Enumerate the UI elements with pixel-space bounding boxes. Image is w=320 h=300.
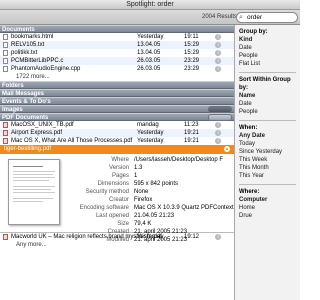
collapse-icon[interactable]: ▴ (224, 146, 230, 152)
document-icon (3, 66, 8, 72)
document-thumbnail (8, 159, 60, 225)
section-mail-messages[interactable]: Mail Messages (0, 89, 234, 97)
list-item[interactable]: Mac OS X, What Are All Those Processes.p… (0, 137, 234, 145)
document-icon (3, 58, 8, 64)
info-icon[interactable]: i (215, 122, 221, 128)
when-this-year[interactable]: This Year (239, 172, 300, 180)
list-item[interactable]: Airport Express.pdf Yesterday 19:21 i (0, 129, 234, 137)
results-list: Documents bookmarks.html Yesterday 19:11… (0, 25, 234, 300)
group-by-people[interactable]: People (239, 52, 300, 60)
sidebar: Group by: Kind Date People Flat List Sor… (234, 25, 300, 300)
pdf-view-control[interactable] (208, 114, 232, 121)
list-item[interactable]: RELV105.txt 13.04.05 15:29 i (0, 41, 234, 49)
info-icon[interactable]: i (215, 34, 221, 40)
metadata-row: Last opened 21.04.05 21:23 (95, 213, 175, 219)
where-section: Where: Computer Home Drue (239, 188, 300, 220)
info-icon[interactable]: i (215, 42, 221, 48)
when-this-month[interactable]: This Month (239, 164, 300, 172)
pdf-file-icon (3, 234, 8, 240)
list-item[interactable]: Macworld UK – Mac religion reflects bran… (0, 233, 234, 241)
group-by-date[interactable]: Date (239, 44, 300, 52)
window-title: Spotlight: order (0, 0, 300, 10)
when-since-yesterday[interactable]: Since Yesterday (239, 148, 300, 156)
document-icon (3, 42, 8, 48)
when-this-week[interactable]: This Week (239, 156, 300, 164)
list-item[interactable]: PCMBitterLibPPC.c 26.03.05 23:29 i (0, 57, 234, 65)
section-images[interactable]: Images (0, 105, 234, 113)
metadata-row: Size 79,4 K (117, 221, 152, 227)
toolbar: 2004 Results ⌕ order (0, 10, 300, 25)
section-folders[interactable]: Folders (0, 81, 234, 89)
group-by-kind[interactable]: Kind (239, 36, 300, 44)
metadata-row: Dimensions 595 x 842 points (97, 181, 179, 187)
metadata-row: Encoding software Mac OS X 10.3.9 Quartz … (79, 205, 234, 211)
when-section: When: Any Date Today Since Yesterday Thi… (239, 124, 300, 180)
sort-by-date[interactable]: Date (239, 100, 300, 108)
info-icon[interactable]: i (215, 138, 221, 144)
info-icon[interactable]: i (215, 234, 221, 240)
group-by-flat-list[interactable]: Flat List (239, 60, 300, 68)
info-icon[interactable]: i (215, 130, 221, 136)
list-item[interactable]: bookmarks.html Yesterday 19:11 i (0, 33, 234, 41)
metadata-row: Creator Firefox (108, 197, 153, 203)
metadata-row: Security method None (85, 189, 149, 195)
metadata-row: Where/Users/lasseh/Desktop/Desktop F (111, 157, 224, 163)
when-today[interactable]: Today (239, 140, 300, 148)
where-drue[interactable]: Drue (239, 212, 300, 220)
results-count: 2004 Results (202, 14, 238, 20)
list-item[interactable]: PhantomAudioEngine.cpp 26.03.05 23:29 i (0, 65, 234, 73)
search-input[interactable]: ⌕ order (236, 12, 298, 23)
sort-within-section: Sort Within Group by: Name Date People (239, 76, 300, 116)
where-computer[interactable]: Computer (239, 196, 300, 204)
images-view-control[interactable] (208, 106, 232, 113)
pdf-file-icon (3, 122, 8, 128)
pdf-file-icon (3, 130, 8, 136)
search-value: order (247, 14, 263, 21)
section-events[interactable]: Events & To Do's (0, 97, 234, 105)
metadata-list: Where/Users/lasseh/Desktop/Desktop F Ver… (68, 156, 234, 244)
divider (239, 72, 296, 73)
selected-item-title[interactable]: tiger-bestilling.pdf ▴ (0, 145, 234, 154)
where-home[interactable]: Home (239, 204, 300, 212)
divider (239, 184, 296, 185)
info-icon[interactable]: i (215, 50, 221, 56)
section-documents[interactable]: Documents (0, 25, 234, 33)
pdf-file-icon (3, 138, 8, 144)
list-item[interactable]: politikk.txt 13.04.05 15:29 i (0, 49, 234, 57)
documents-more-link[interactable]: 1722 more... (0, 73, 234, 81)
section-pdf-documents[interactable]: PDF Documents (0, 113, 234, 121)
group-by-section: Group by: Kind Date People Flat List (239, 28, 300, 68)
divider (239, 120, 296, 121)
list-item[interactable]: MacOSX_UNIX_TB.pdf mandag 11:23 i (0, 121, 234, 129)
info-icon[interactable]: i (215, 58, 221, 64)
item-preview-panel: tiger-bestilling.pdf ▴ Where/Users/lasse… (0, 145, 234, 243)
search-icon: ⌕ (239, 14, 243, 21)
when-any-date[interactable]: Any Date (239, 132, 300, 140)
sort-by-people[interactable]: People (239, 108, 300, 116)
metadata-row: Version 1.3 (108, 165, 143, 171)
document-icon (3, 34, 8, 40)
info-icon[interactable]: i (215, 66, 221, 72)
metadata-row: Pages 1 (111, 173, 138, 179)
sort-by-name[interactable]: Name (239, 92, 300, 100)
document-icon (3, 50, 8, 56)
